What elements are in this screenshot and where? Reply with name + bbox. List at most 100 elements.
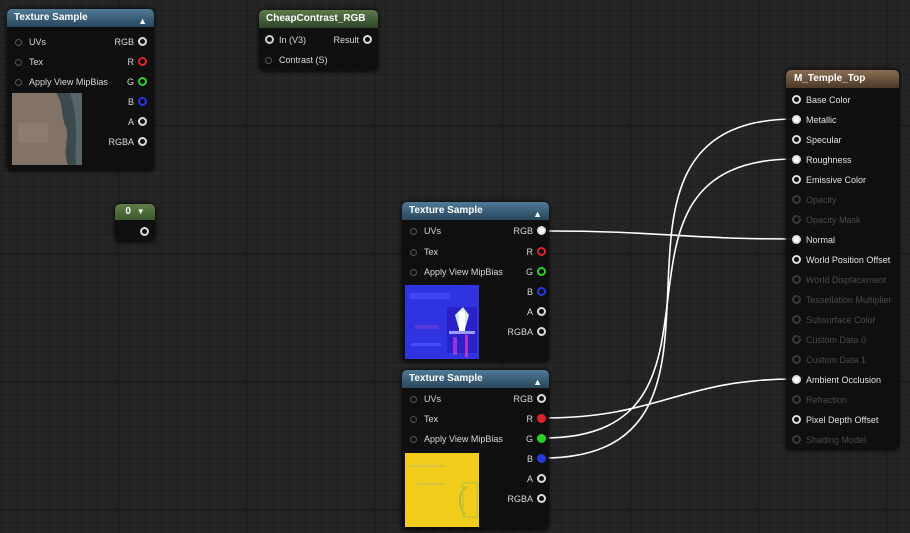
- input-pin-icon[interactable]: [265, 57, 272, 64]
- input-pin-icon[interactable]: [410, 269, 417, 276]
- output-pin-icon[interactable]: [537, 327, 546, 336]
- output-pin-g[interactable]: G: [526, 266, 546, 278]
- output-pin-rgb[interactable]: RGB: [513, 225, 546, 237]
- input-pin-contrast-s[interactable]: Contrast (S): [265, 54, 328, 66]
- output-pin[interactable]: [136, 226, 149, 238]
- output-pin-rgba[interactable]: RGBA: [507, 493, 546, 505]
- output-pin-b[interactable]: B: [527, 286, 546, 298]
- input-pin-icon[interactable]: [792, 175, 801, 184]
- collapse-arrow-icon[interactable]: ▲: [533, 205, 542, 223]
- output-pin-rgba[interactable]: RGBA: [507, 326, 546, 338]
- output-pin-icon[interactable]: [140, 227, 149, 236]
- output-pin-r[interactable]: R: [527, 246, 546, 258]
- input-pin-icon[interactable]: [410, 396, 417, 403]
- input-pin-apply-view-mipbias[interactable]: Apply View MipBias: [15, 76, 108, 88]
- output-pin-a[interactable]: A: [128, 116, 147, 128]
- wire-g-to-roughness[interactable]: [542, 158, 796, 439]
- output-pin-icon[interactable]: [138, 37, 147, 46]
- input-pin-uvs[interactable]: UVs: [15, 36, 46, 48]
- input-pin-icon[interactable]: [15, 79, 22, 86]
- output-pin-r[interactable]: R: [527, 413, 546, 425]
- collapse-arrow-icon[interactable]: ▲: [533, 373, 542, 391]
- output-pin-b[interactable]: B: [128, 96, 147, 108]
- input-pin-icon[interactable]: [15, 39, 22, 46]
- output-pin-icon[interactable]: [537, 247, 546, 256]
- input-pin-icon[interactable]: [792, 115, 801, 124]
- input-pin-icon[interactable]: [410, 436, 417, 443]
- material-input-ambient-occlusion[interactable]: Ambient Occlusion: [792, 374, 881, 386]
- node-header[interactable]: Texture Sample ▲: [7, 9, 154, 27]
- output-pin-icon[interactable]: [537, 226, 546, 235]
- output-pin-icon[interactable]: [537, 494, 546, 503]
- texture-sample-node-masks[interactable]: Texture Sample ▲ UVs Tex Apply View MipB…: [402, 370, 549, 530]
- output-pin-icon[interactable]: [537, 394, 546, 403]
- output-pin-a[interactable]: A: [527, 473, 546, 485]
- output-pin-icon[interactable]: [537, 414, 546, 423]
- texture-sample-node-normal[interactable]: Texture Sample ▲ UVs Tex Apply View MipB…: [402, 202, 549, 362]
- output-pin-icon[interactable]: [138, 57, 147, 66]
- input-pin-icon[interactable]: [792, 155, 801, 164]
- input-pin-icon[interactable]: [792, 375, 801, 384]
- output-pin-a[interactable]: A: [527, 306, 546, 318]
- output-pin-rgba[interactable]: RGBA: [108, 136, 147, 148]
- output-pin-icon[interactable]: [537, 434, 546, 443]
- output-pin-icon[interactable]: [363, 35, 372, 44]
- input-pin-icon[interactable]: [410, 249, 417, 256]
- output-pin-b[interactable]: B: [527, 453, 546, 465]
- input-pin-icon[interactable]: [792, 95, 801, 104]
- material-input-emissive-color[interactable]: Emissive Color: [792, 174, 866, 186]
- node-header[interactable]: 0 ▼: [115, 204, 155, 220]
- output-pin-icon[interactable]: [537, 287, 546, 296]
- output-pin-icon[interactable]: [537, 267, 546, 276]
- input-pin-icon[interactable]: [265, 35, 274, 44]
- output-pin-g[interactable]: G: [127, 76, 147, 88]
- output-pin-rgb[interactable]: RGB: [114, 36, 147, 48]
- node-header[interactable]: M_Temple_Top: [786, 70, 899, 88]
- input-pin-apply-view-mipbias[interactable]: Apply View MipBias: [410, 433, 503, 445]
- node-header[interactable]: CheapContrast_RGB: [259, 10, 378, 28]
- wire-r-to-ambient-occlusion[interactable]: [542, 378, 796, 419]
- material-input-specular[interactable]: Specular: [792, 134, 842, 146]
- node-header[interactable]: Texture Sample ▲: [402, 370, 549, 388]
- constant-node[interactable]: 0 ▼: [115, 204, 155, 242]
- material-input-roughness[interactable]: Roughness: [792, 154, 852, 166]
- output-pin-icon[interactable]: [537, 454, 546, 463]
- output-pin-icon[interactable]: [537, 307, 546, 316]
- input-pin-tex[interactable]: Tex: [410, 246, 438, 258]
- output-pin-result[interactable]: Result: [333, 34, 372, 46]
- output-pin-r[interactable]: R: [128, 56, 147, 68]
- material-graph-canvas[interactable]: Texture Sample ▲ UVs Tex Apply View MipB…: [0, 0, 910, 533]
- material-input-normal[interactable]: Normal: [792, 234, 835, 246]
- material-input-base-color[interactable]: Base Color: [792, 94, 851, 106]
- collapse-arrow-icon[interactable]: ▲: [138, 12, 147, 30]
- chevron-down-icon[interactable]: ▼: [137, 207, 145, 216]
- texture-sample-node-top[interactable]: Texture Sample ▲ UVs Tex Apply View MipB…: [7, 9, 154, 171]
- node-header[interactable]: Texture Sample ▲: [402, 202, 549, 220]
- material-input-metallic[interactable]: Metallic: [792, 114, 837, 126]
- constant-value[interactable]: 0: [125, 206, 131, 217]
- input-pin-icon[interactable]: [792, 255, 801, 264]
- input-pin-icon[interactable]: [15, 59, 22, 66]
- input-pin-in-v3[interactable]: In (V3): [265, 34, 306, 46]
- output-pin-icon[interactable]: [138, 97, 147, 106]
- material-input-pixel-depth-offset[interactable]: Pixel Depth Offset: [792, 414, 878, 426]
- input-pin-icon[interactable]: [792, 135, 801, 144]
- input-pin-icon[interactable]: [792, 235, 801, 244]
- input-pin-icon[interactable]: [410, 228, 417, 235]
- output-pin-g[interactable]: G: [526, 433, 546, 445]
- output-pin-rgb[interactable]: RGB: [513, 393, 546, 405]
- output-pin-icon[interactable]: [138, 77, 147, 86]
- input-pin-tex[interactable]: Tex: [15, 56, 43, 68]
- material-output-node[interactable]: M_Temple_Top Base Color Metallic Specula…: [786, 70, 899, 450]
- input-pin-icon[interactable]: [792, 415, 801, 424]
- output-pin-icon[interactable]: [138, 117, 147, 126]
- cheap-contrast-rgb-node[interactable]: CheapContrast_RGB In (V3) Result Contras…: [259, 10, 378, 71]
- material-input-world-position-offset[interactable]: World Position Offset: [792, 254, 890, 266]
- input-pin-icon[interactable]: [410, 416, 417, 423]
- output-pin-icon[interactable]: [138, 137, 147, 146]
- input-pin-apply-view-mipbias[interactable]: Apply View MipBias: [410, 266, 503, 278]
- input-pin-uvs[interactable]: UVs: [410, 225, 441, 237]
- input-pin-uvs[interactable]: UVs: [410, 393, 441, 405]
- output-pin-icon[interactable]: [537, 474, 546, 483]
- input-pin-tex[interactable]: Tex: [410, 413, 438, 425]
